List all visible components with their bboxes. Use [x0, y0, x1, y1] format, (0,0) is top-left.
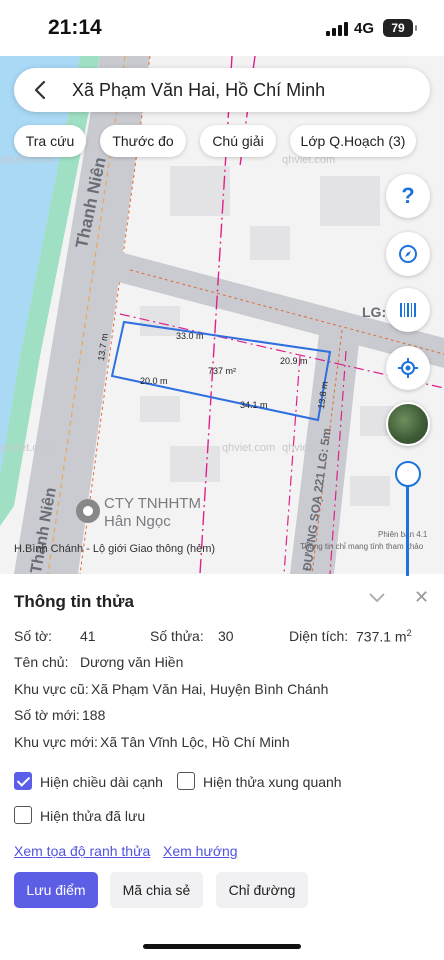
road-label: LG:	[362, 304, 387, 320]
neighbors-checkbox[interactable]	[177, 772, 195, 790]
back-arrow-icon[interactable]	[30, 79, 52, 101]
saved-parcels-checkbox[interactable]	[14, 806, 32, 824]
home-indicator	[143, 944, 301, 949]
opacity-slider-track[interactable]	[406, 486, 409, 576]
chip-thuoc-do[interactable]: Thước đo	[100, 125, 186, 157]
road-note: H.Bình Chánh - Lộ giới Giao thông (hẻm)	[14, 543, 216, 555]
watermark: qhviet.com	[222, 442, 276, 454]
poi-name: Hân Ngọc	[104, 513, 171, 530]
opacity-slider-knob[interactable]	[395, 461, 421, 487]
view-coordinates-link[interactable]: Xem tọa độ ranh thửa	[14, 843, 150, 859]
save-point-button[interactable]: Lưu điểm	[14, 872, 98, 908]
poi-name: CTY TNHHTM	[104, 495, 201, 512]
barcode-icon[interactable]	[386, 288, 430, 332]
so-to-label: Số tờ:	[14, 628, 52, 644]
share-code-button[interactable]: Mã chia sẻ	[110, 872, 203, 908]
chevron-down-icon[interactable]	[368, 590, 386, 604]
old-area-value: Xã Phạm Văn Hai, Huyện Bình Chánh	[91, 681, 329, 697]
saved-parcels-checkbox-label[interactable]: Hiện thửa đã lưu	[40, 808, 145, 824]
parcel-area-label: 737 m²	[208, 366, 237, 376]
view-direction-link[interactable]: Xem hướng	[163, 843, 238, 859]
search-bar[interactable]: Xã Phạm Văn Hai, Hồ Chí Minh	[14, 68, 430, 112]
search-text[interactable]: Xã Phạm Văn Hai, Hồ Chí Minh	[72, 80, 325, 101]
chip-lop-quy-hoach[interactable]: Lớp Q.Hoạch (3)	[290, 125, 416, 157]
compass-icon[interactable]	[386, 232, 430, 276]
satellite-layer-toggle[interactable]	[386, 402, 430, 446]
battery-icon: 79	[383, 19, 417, 37]
edge-length-checkbox-label[interactable]: Hiện chiều dài cạnh	[40, 774, 163, 790]
new-sheet-label: Số tờ mới:	[14, 707, 80, 723]
edge-length-label: 20.0 m	[140, 376, 168, 386]
parcel-info-sheet: Thông tin thửa ✕ Số tờ: 41 Số thửa: 30 D…	[0, 574, 444, 960]
disclaimer-label: Thông tin chỉ mang tính tham khảo	[300, 542, 424, 551]
signal-icon	[326, 22, 348, 36]
network-type: 4G	[354, 20, 375, 37]
owner-label: Tên chủ:	[14, 654, 69, 670]
new-area-value: Xã Tân Vĩnh Lộc, Hồ Chí Minh	[100, 734, 290, 750]
watermark: qhviet.com	[0, 442, 54, 454]
dien-tich-label: Diện tích:	[289, 628, 349, 644]
version-label: Phiên bản 4.1	[378, 530, 428, 539]
neighbors-checkbox-label[interactable]: Hiện thửa xung quanh	[203, 774, 342, 790]
so-thua-label: Số thửa:	[150, 628, 204, 644]
directions-button[interactable]: Chỉ đường	[216, 872, 308, 908]
so-to-row: Số tờ:	[14, 628, 52, 644]
edge-length-label: 33.0 m	[176, 331, 204, 341]
so-thua-value: 30	[218, 628, 234, 644]
old-area-label: Khu vực cũ:	[14, 681, 89, 697]
edge-length-label: 20.9 m	[280, 356, 308, 366]
dien-tich-value: 737.1 m2	[356, 628, 412, 645]
status-bar: 21:14 4G 79	[0, 0, 444, 56]
new-area-label: Khu vực mới:	[14, 734, 98, 750]
my-location-icon[interactable]	[386, 346, 430, 390]
so-to-value: 41	[80, 628, 96, 644]
status-time: 21:14	[48, 16, 102, 39]
edge-length-label: 34.1 m	[240, 400, 268, 410]
close-icon[interactable]: ✕	[414, 587, 429, 608]
chip-chu-giai[interactable]: Chú giải	[200, 125, 276, 157]
edge-length-checkbox[interactable]	[14, 772, 32, 790]
owner-value: Dương văn Hiền	[80, 654, 184, 670]
help-icon[interactable]: ?	[386, 174, 430, 218]
sheet-title: Thông tin thửa	[14, 592, 134, 611]
new-sheet-value: 188	[82, 707, 106, 723]
chip-tra-cuu[interactable]: Tra cứu	[14, 125, 86, 157]
